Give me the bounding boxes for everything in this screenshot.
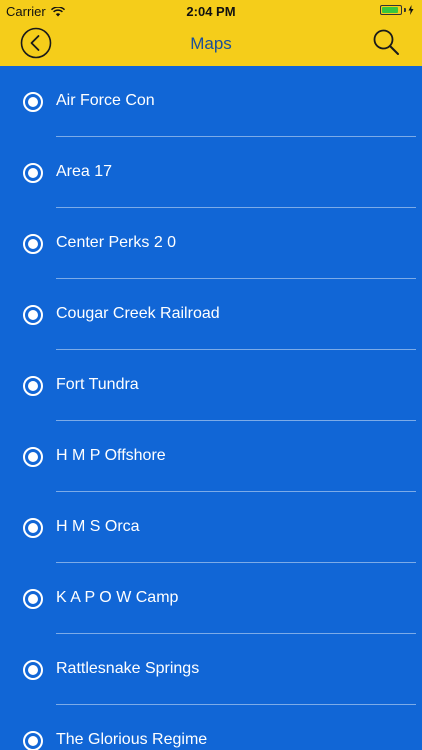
- radio-selected-icon[interactable]: [23, 518, 43, 538]
- map-name-label: The Glorious Regime: [56, 731, 208, 748]
- map-name-label: Center Perks 2 0: [56, 234, 177, 251]
- page-title: Maps: [190, 34, 232, 53]
- map-name-label: Cougar Creek Railroad: [56, 305, 220, 322]
- bolt-icon: [408, 5, 414, 15]
- map-name-label: H M S Orca: [56, 518, 140, 535]
- map-name-label: K A P O W Camp: [56, 589, 179, 606]
- radio-selected-icon[interactable]: [23, 92, 43, 112]
- radio-selected-icon[interactable]: [23, 163, 43, 183]
- battery-tip: [404, 8, 406, 12]
- map-list-item[interactable]: H M S Orca: [0, 492, 422, 563]
- map-list-item[interactable]: K A P O W Camp: [0, 563, 422, 634]
- map-list-item[interactable]: H M P Offshore: [0, 421, 422, 492]
- radio-selected-icon[interactable]: [23, 305, 43, 325]
- map-list-item[interactable]: Cougar Creek Railroad: [0, 279, 422, 350]
- map-name-label: Area 17: [56, 163, 113, 180]
- battery-fill: [382, 7, 399, 13]
- map-name-label: H M P Offshore: [56, 447, 166, 464]
- map-list-item[interactable]: Fort Tundra: [0, 350, 422, 421]
- status-time: 2:04 PM: [186, 4, 236, 19]
- maps-list: Air Force Con Area 17 Center Perks 2 0 Coug…: [0, 66, 422, 750]
- status-bar: Carrier 2:04 PM: [0, 0, 422, 22]
- battery-indicator: [380, 5, 414, 15]
- map-list-item[interactable]: Area 17: [0, 137, 422, 208]
- map-list-item[interactable]: Rattlesnake Springs: [0, 634, 422, 705]
- battery-icon: [380, 5, 402, 15]
- radio-selected-icon[interactable]: [23, 447, 43, 467]
- radio-selected-icon[interactable]: [23, 376, 43, 396]
- map-name-label: Air Force Con: [56, 92, 155, 109]
- map-name-label: Rattlesnake Springs: [56, 660, 200, 677]
- search-button[interactable]: [372, 28, 400, 56]
- map-list-item[interactable]: Air Force Con: [0, 66, 422, 137]
- radio-selected-icon[interactable]: [23, 589, 43, 609]
- radio-selected-icon[interactable]: [23, 731, 43, 750]
- nav-bar: Maps: [0, 22, 422, 66]
- map-list-item[interactable]: The Glorious Regime: [0, 705, 422, 750]
- map-name-label: Fort Tundra: [56, 376, 139, 393]
- radio-selected-icon[interactable]: [23, 234, 43, 254]
- radio-selected-icon[interactable]: [23, 660, 43, 680]
- map-list-item[interactable]: Center Perks 2 0: [0, 208, 422, 279]
